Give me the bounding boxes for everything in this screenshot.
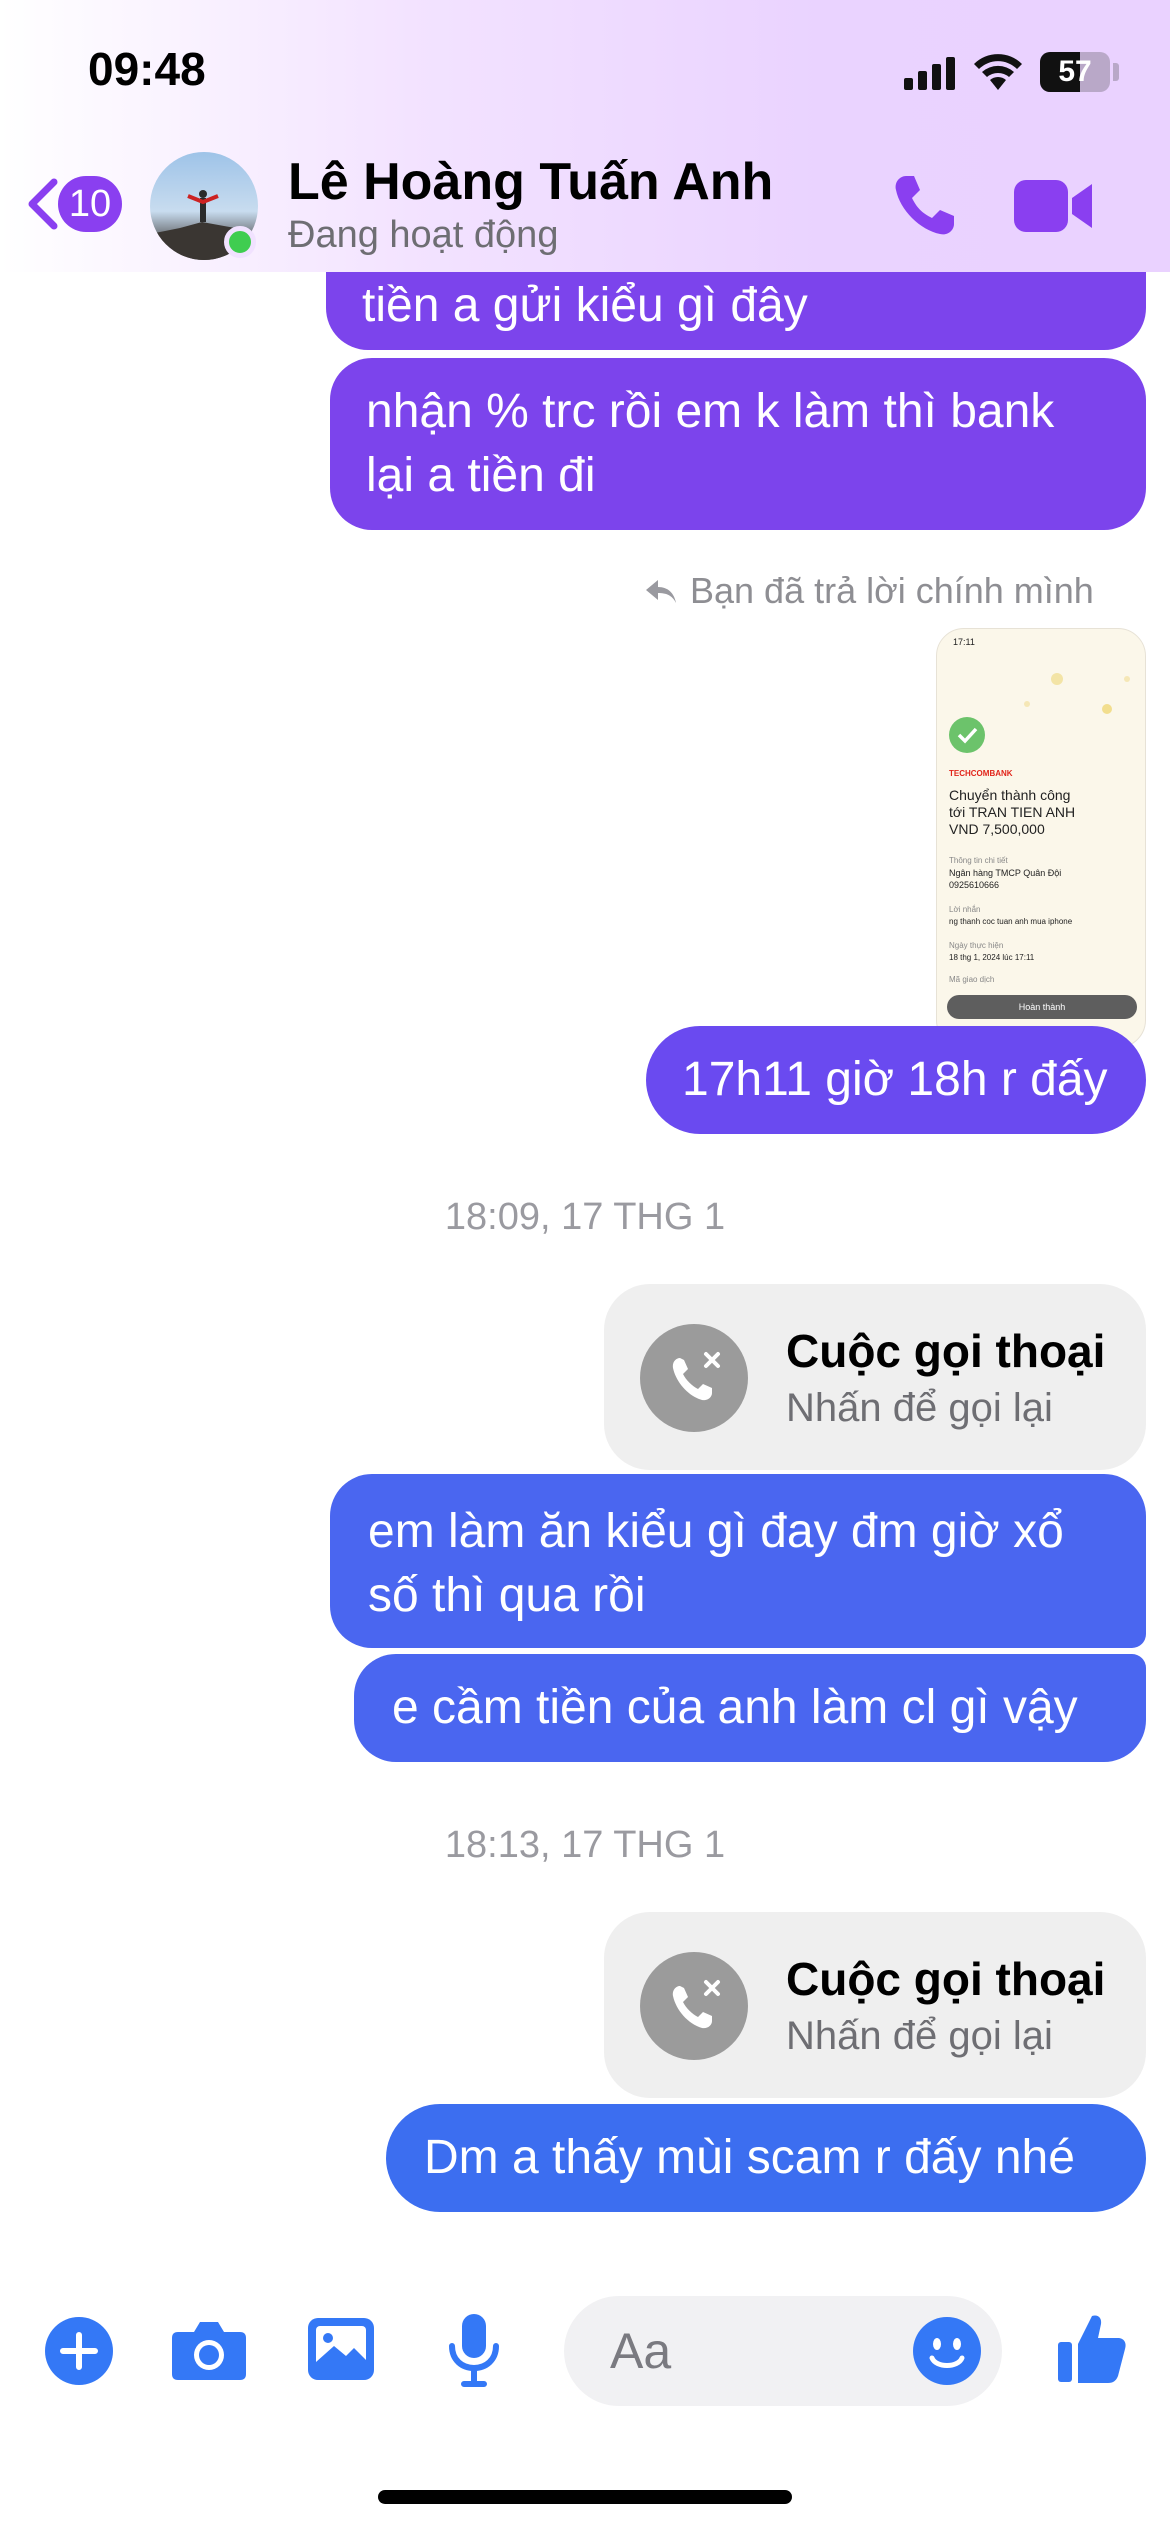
success-check-icon (949, 717, 985, 753)
missed-call-card[interactable]: Cuộc gọi thoại Nhấn để gọi lại (604, 1284, 1146, 1470)
contact-name[interactable]: Lê Hoàng Tuấn Anh (288, 152, 773, 212)
receipt-note: ng thanh coc tuan anh mua iphone (949, 917, 1073, 926)
video-camera-icon[interactable] (1012, 176, 1094, 241)
battery-cap (1113, 63, 1119, 81)
message-text: tiền a gửi kiểu gì đây (362, 279, 808, 332)
home-indicator (378, 2490, 792, 2504)
microphone-icon[interactable] (444, 2312, 504, 2393)
unread-count-badge: 10 (58, 176, 122, 232)
message-text: em làm ăn kiểu gì đay đm giờ xổ (368, 1505, 1064, 1558)
message-bubble[interactable]: Dm a thấy mùi scam r đấy nhé (386, 2104, 1146, 2212)
image-icon[interactable] (306, 2316, 376, 2387)
back-button[interactable]: 10 (24, 176, 134, 236)
receipt-time: 17:11 (953, 637, 975, 647)
message-text: nhận % trc rồi em k làm thì bank (366, 385, 1055, 438)
receipt-label: Mã giao dịch (949, 975, 995, 984)
image-message[interactable]: 17:11 TECHCOMBANK Chuyển thành công tới … (936, 628, 1146, 1048)
message-bubble[interactable]: 17h11 giờ 18h r đấy (646, 1026, 1146, 1134)
receipt-date: 18 thg 1, 2024 lúc 17:11 (949, 953, 1035, 962)
message-text: lại a tiền đi (366, 449, 596, 502)
receipt-amount: VND 7,500,000 (949, 821, 1045, 837)
online-status-dot (224, 226, 256, 258)
reply-note: Bạn đã trả lời chính mình (690, 570, 1094, 611)
message-text: số thì qua rồi (368, 1569, 646, 1622)
receipt-bank: Ngân hàng TMCP Quân Đội (949, 868, 1062, 878)
cellular-signal-icon (904, 56, 960, 97)
receipt-label: Thông tin chi tiết (949, 856, 1008, 865)
missed-call-icon (640, 1324, 748, 1432)
thumbs-up-icon[interactable] (1056, 2310, 1128, 2391)
emoji-icon[interactable] (912, 2316, 982, 2391)
receipt-label: Lời nhắn (949, 905, 981, 914)
receipt-account: 0925610666 (949, 880, 1000, 890)
receipt-title: Chuyển thành công (949, 787, 1071, 803)
wifi-icon (972, 52, 1024, 97)
message-bubble[interactable]: nhận % trc rồi em k làm thì bank lại a t… (330, 358, 1146, 530)
receipt-recipient: tới TRAN TIEN ANH (949, 804, 1076, 820)
battery-percent: 57 (1058, 55, 1092, 88)
message-text: 17h11 giờ 18h r đấy (682, 1053, 1108, 1106)
call-title: Cuộc gọi thoại (786, 1953, 1106, 2005)
bank-logo: TECHCOMBANK (949, 769, 1013, 778)
reply-icon (644, 578, 678, 611)
plus-icon[interactable] (44, 2316, 114, 2391)
message-bubble[interactable]: e cầm tiền của anh làm cl gì vậy (354, 1654, 1146, 1762)
message-input-placeholder: Aa (610, 2323, 672, 2379)
receipt-done-button: Hoàn thành (947, 995, 1137, 1019)
call-title: Cuộc gọi thoại (786, 1325, 1106, 1377)
battery-icon: 57 (1040, 52, 1110, 92)
timestamp: 18:13, 17 THG 1 (444, 1824, 726, 1866)
status-time: 09:48 (88, 43, 206, 95)
receipt-label: Ngày thực hiện (949, 941, 1004, 950)
missed-call-card[interactable]: Cuộc gọi thoại Nhấn để gọi lại (604, 1912, 1146, 2098)
call-subtitle: Nhấn để gọi lại (786, 1386, 1053, 1430)
timestamp: 18:09, 17 THG 1 (444, 1196, 726, 1238)
call-subtitle: Nhấn để gọi lại (786, 2014, 1053, 2058)
contact-status: Đang hoạt động (288, 214, 559, 256)
message-text: Dm a thấy mùi scam r đấy nhé (424, 2131, 1075, 2184)
chevron-left-icon (24, 176, 60, 237)
missed-call-icon (640, 1952, 748, 2060)
message-bubble[interactable]: em làm ăn kiểu gì đay đm giờ xổ số thì q… (330, 1474, 1146, 1648)
camera-icon[interactable] (170, 2318, 248, 2387)
phone-icon[interactable] (890, 170, 960, 245)
message-text: e cầm tiền của anh làm cl gì vậy (392, 1681, 1078, 1734)
